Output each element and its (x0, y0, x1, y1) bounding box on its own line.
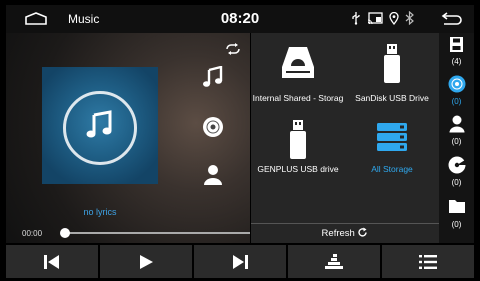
refresh-icon (358, 227, 368, 237)
rail-item-artists[interactable]: (0) (439, 113, 474, 151)
seek-knob[interactable] (60, 228, 70, 238)
storage-item-label: All Storage (371, 164, 413, 174)
rail-item-folders[interactable]: (0) (439, 193, 474, 233)
storage-item-internal[interactable]: Internal Shared - Storag (251, 33, 345, 119)
storage-panel: Internal Shared - Storag SanDisk USB Dri… (251, 33, 439, 243)
sd-card-icon (450, 37, 463, 52)
album-icon (448, 156, 466, 174)
storage-box-icon (282, 47, 314, 78)
category-rail: (4) (0) (0) (0) (0) (439, 33, 474, 243)
lyrics-text: no lyrics (83, 207, 117, 217)
usb-drive-icon (384, 44, 400, 83)
storage-item-label: SanDisk USB Drive (355, 93, 429, 103)
storage-item-label: GENPLUS USB drive (257, 164, 339, 174)
equalizer-icon (325, 253, 343, 269)
rail-count: (0) (451, 137, 462, 146)
repeat-icon[interactable] (225, 43, 241, 55)
next-icon (233, 254, 248, 269)
playlist-icon (419, 254, 437, 269)
main-area: no lyrics 00:00 Internal Shared - Storag… (6, 33, 474, 243)
equalizer-button[interactable] (288, 245, 380, 278)
music-disc-icon (448, 75, 466, 93)
person-icon[interactable] (203, 164, 223, 186)
usb-drive-icon (290, 120, 306, 159)
all-storage-icon (377, 123, 407, 151)
music-note-icon (86, 110, 112, 138)
storage-item-sandisk[interactable]: SanDisk USB Drive (345, 33, 439, 119)
seek-bar[interactable] (60, 228, 250, 238)
disc-icon[interactable] (202, 116, 224, 138)
previous-icon (44, 254, 59, 269)
storage-item-all[interactable]: All Storage (345, 119, 439, 199)
rail-item-songs[interactable]: (0) (439, 73, 474, 111)
artist-icon (449, 115, 465, 133)
refresh-button[interactable]: Refresh (251, 223, 439, 243)
bluetooth-icon (405, 11, 414, 25)
rail-count: (0) (451, 178, 462, 187)
screen-cast-icon (367, 11, 383, 24)
rail-item-albums[interactable]: (0) (439, 153, 474, 191)
status-bar: Music 08:20 (6, 5, 474, 33)
rail-count: (0) (451, 220, 462, 229)
previous-button[interactable] (6, 245, 98, 278)
rail-count: (0) (451, 97, 462, 106)
folder-icon (449, 200, 465, 213)
screen: Music 08:20 no lyrics 00:00 Internal Sha… (0, 0, 480, 281)
play-button[interactable] (100, 245, 192, 278)
playback-toolbar (6, 245, 474, 278)
music-note-icon[interactable] (202, 66, 224, 88)
playlist-button[interactable] (382, 245, 474, 278)
play-icon (140, 254, 153, 269)
storage-item-label: Internal Shared - Storag (252, 93, 344, 103)
status-icons (351, 11, 414, 25)
elapsed-time: 00:00 (22, 229, 43, 238)
album-art (42, 67, 158, 184)
rail-count: (4) (451, 57, 462, 66)
usb-icon (352, 12, 360, 25)
storage-item-genplus[interactable]: GENPLUS USB drive (251, 119, 345, 199)
location-icon (389, 11, 399, 25)
next-button[interactable] (194, 245, 286, 278)
refresh-label: Refresh (321, 228, 355, 239)
rail-item-storage[interactable]: (4) (439, 33, 474, 71)
back-icon[interactable] (440, 12, 462, 26)
